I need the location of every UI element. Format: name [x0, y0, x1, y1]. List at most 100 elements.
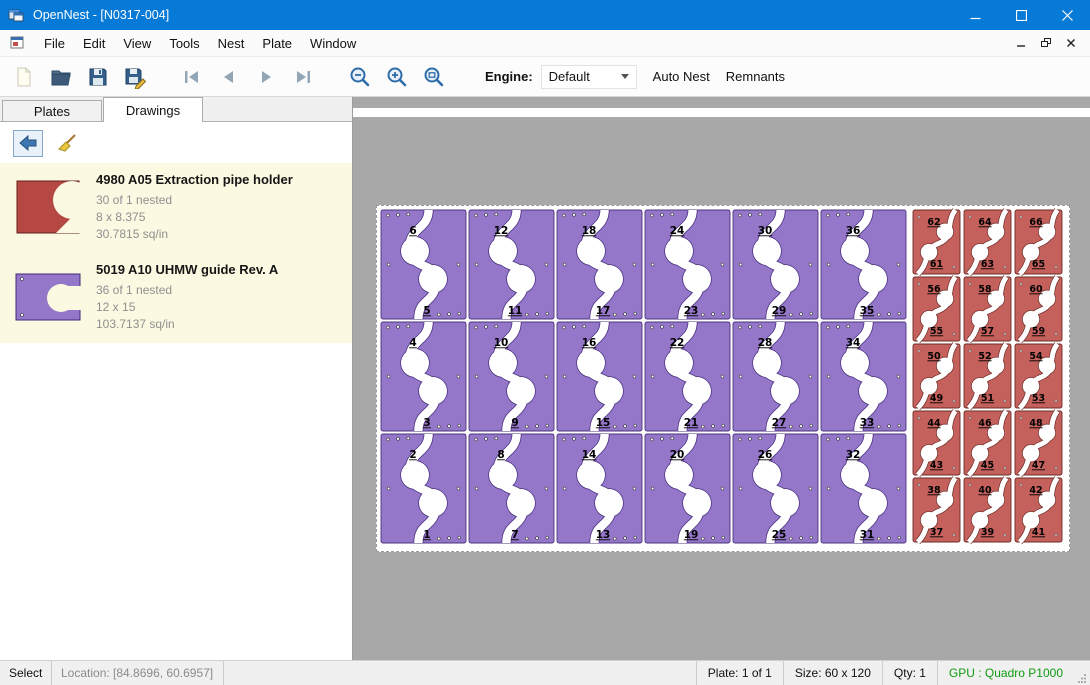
- nest-part-pair-purple[interactable]: 1817: [557, 210, 642, 319]
- broom-icon: [56, 133, 78, 153]
- svg-text:28: 28: [758, 337, 773, 349]
- nest-part-pair-red[interactable]: 5655: [913, 277, 960, 341]
- close-button[interactable]: [1044, 0, 1090, 30]
- document-window-icon: [9, 35, 25, 51]
- open-file-button[interactable]: [45, 61, 77, 93]
- titlebar: OpenNest - [N0317-004]: [0, 0, 1090, 30]
- auto-nest-button[interactable]: Auto Nest: [653, 69, 710, 84]
- svg-text:1: 1: [423, 529, 430, 541]
- new-file-button[interactable]: [8, 61, 40, 93]
- svg-text:36: 36: [846, 225, 861, 237]
- svg-text:27: 27: [772, 417, 787, 429]
- menu-edit[interactable]: Edit: [74, 32, 114, 55]
- maximize-button[interactable]: [998, 0, 1044, 30]
- nav-next-button[interactable]: [250, 61, 282, 93]
- svg-text:10: 10: [494, 337, 509, 349]
- nav-first-button[interactable]: [176, 61, 208, 93]
- nav-prev-button[interactable]: [213, 61, 245, 93]
- svg-text:9: 9: [511, 417, 518, 429]
- nest-part-pair-purple[interactable]: 1211: [469, 210, 554, 319]
- clear-drawings-button[interactable]: [52, 130, 82, 157]
- close-icon: [1062, 10, 1073, 21]
- zoom-in-button[interactable]: [381, 61, 413, 93]
- nest-part-pair-purple[interactable]: 65: [381, 210, 466, 319]
- resize-grip-icon: [1077, 673, 1087, 683]
- tab-drawings[interactable]: Drawings: [103, 97, 203, 122]
- nest-part-pair-purple[interactable]: 10 9: [469, 322, 554, 431]
- zoom-out-button[interactable]: [344, 61, 376, 93]
- mdi-minimize-button[interactable]: [1010, 33, 1032, 53]
- engine-select[interactable]: Default: [541, 65, 637, 89]
- drawing-meta: 4980 A05 Extraction pipe holder 30 of 1 …: [94, 171, 293, 243]
- nest-part-pair-purple[interactable]: 3635: [821, 210, 906, 319]
- menu-tools[interactable]: Tools: [160, 32, 208, 55]
- maximize-icon: [1016, 10, 1027, 21]
- nest-part-pair-red[interactable]: 5251: [964, 344, 1011, 408]
- nest-part-pair-purple[interactable]: 26 25: [733, 434, 818, 543]
- nest-part-pair-red[interactable]: 4443: [913, 411, 960, 475]
- minimize-button[interactable]: [952, 0, 998, 30]
- nest-part-pair-red[interactable]: 4645: [964, 411, 1011, 475]
- zoom-fit-button[interactable]: [418, 61, 450, 93]
- purple-part-thumbnail-icon: [14, 266, 84, 328]
- save-as-button[interactable]: [119, 61, 151, 93]
- mdi-restore-icon: [1041, 38, 1052, 49]
- nest-part-pair-red[interactable]: 4241: [1015, 478, 1062, 542]
- nest-canvas[interactable]: 6512111817242330293635431091615222128273…: [353, 97, 1090, 660]
- nest-part-pair-red[interactable]: 6261: [913, 210, 960, 274]
- nest-part-pair-red[interactable]: 6059: [1015, 277, 1062, 341]
- nest-part-pair-purple[interactable]: 21: [381, 434, 466, 543]
- nest-part-pair-purple[interactable]: 28 27: [733, 322, 818, 431]
- import-drawing-button[interactable]: [13, 130, 43, 157]
- svg-text:30: 30: [758, 225, 773, 237]
- status-mode: Select: [0, 661, 52, 685]
- drawing-list: 4980 A05 Extraction pipe holder 30 of 1 …: [0, 163, 352, 343]
- resize-grip[interactable]: [1074, 661, 1090, 685]
- nest-part-pair-purple[interactable]: 87: [469, 434, 554, 543]
- drawing-item-extraction-pipe-holder[interactable]: 4980 A05 Extraction pipe holder 30 of 1 …: [0, 163, 352, 253]
- menu-window[interactable]: Window: [301, 32, 365, 55]
- nest-part-pair-purple[interactable]: 3029: [733, 210, 818, 319]
- mdi-restore-button[interactable]: [1035, 33, 1057, 53]
- plate[interactable]: 6512111817242330293635431091615222128273…: [376, 205, 1070, 552]
- zoom-in-icon: [385, 65, 409, 89]
- nav-last-button[interactable]: [287, 61, 319, 93]
- nest-part-pair-red[interactable]: 4847: [1015, 411, 1062, 475]
- nest-part-pair-purple[interactable]: 3433: [821, 322, 906, 431]
- nest-part-pair-red[interactable]: 5857: [964, 277, 1011, 341]
- nest-part-pair-red[interactable]: 5453: [1015, 344, 1062, 408]
- nest-part-pair-purple[interactable]: 2019: [645, 434, 730, 543]
- tab-plates[interactable]: Plates: [2, 100, 102, 121]
- sheet-edge-strip: [353, 108, 1090, 117]
- svg-text:25: 25: [772, 529, 787, 541]
- drawing-area: 103.7137 sq/in: [96, 316, 278, 333]
- nest-part-pair-red[interactable]: 5049: [913, 344, 960, 408]
- nest-part-pair-purple[interactable]: 1615: [557, 322, 642, 431]
- caption-buttons: [952, 0, 1090, 30]
- remnants-button[interactable]: Remnants: [726, 69, 785, 84]
- nest-part-pair-purple[interactable]: 3231: [821, 434, 906, 543]
- menu-view[interactable]: View: [114, 32, 160, 55]
- plate-svg: 6512111817242330293635431091615222128273…: [377, 206, 1069, 551]
- svg-text:2: 2: [409, 449, 416, 461]
- drawing-item-uhmw-guide[interactable]: 5019 A10 UHMW guide Rev. A 36 of 1 neste…: [0, 253, 352, 343]
- svg-text:22: 22: [670, 337, 685, 349]
- nest-part-pair-red[interactable]: 6463: [964, 210, 1011, 274]
- nest-part-pair-red[interactable]: 3837: [913, 478, 960, 542]
- menu-plate[interactable]: Plate: [253, 32, 301, 55]
- nest-part-pair-red[interactable]: 4039: [964, 478, 1011, 542]
- mdi-close-button[interactable]: [1060, 33, 1082, 53]
- menu-nest[interactable]: Nest: [209, 32, 254, 55]
- nest-part-pair-purple[interactable]: 43: [381, 322, 466, 431]
- save-button[interactable]: [82, 61, 114, 93]
- nest-part-pair-red[interactable]: 6665: [1015, 210, 1062, 274]
- mdi-window-buttons: [1010, 33, 1090, 53]
- nest-part-pair-purple[interactable]: 2423: [645, 210, 730, 319]
- nav-prev-icon: [217, 65, 241, 89]
- nest-part-pair-purple[interactable]: 2221: [645, 322, 730, 431]
- svg-text:17: 17: [596, 305, 611, 317]
- menu-file[interactable]: File: [35, 32, 74, 55]
- toolbar: Engine: Default Auto Nest Remnants: [0, 57, 1090, 97]
- svg-text:26: 26: [758, 449, 773, 461]
- nest-part-pair-purple[interactable]: 1413: [557, 434, 642, 543]
